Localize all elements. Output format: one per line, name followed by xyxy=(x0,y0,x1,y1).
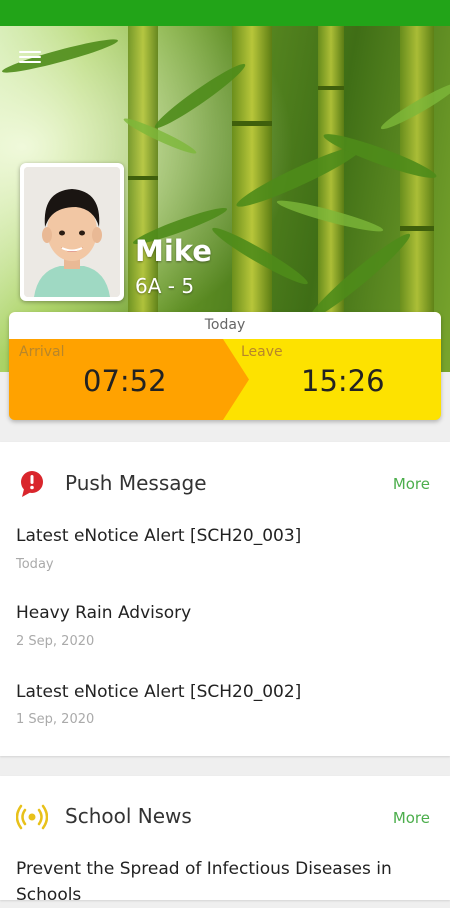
news-item-title[interactable]: Prevent the Spread of Infectious Disease… xyxy=(16,856,426,908)
push-message-title: Push Message xyxy=(65,471,207,495)
hamburger-menu-icon[interactable] xyxy=(19,48,41,66)
arrival-label: Arrival xyxy=(19,344,65,360)
arrival-time: 07:52 xyxy=(83,364,167,398)
message-title: Latest eNotice Alert [SCH20_002] xyxy=(16,682,302,702)
alert-bubble-icon xyxy=(21,471,43,497)
message-date: Today xyxy=(16,557,54,572)
message-date: 1 Sep, 2020 xyxy=(16,712,95,727)
attendance-day-label: Today xyxy=(9,312,441,339)
push-message-more-link[interactable]: More xyxy=(393,475,430,493)
attendance-times: Arrival 07:52 Leave 15:26 xyxy=(9,339,441,420)
push-message-section: Push Message More Latest eNotice Alert [… xyxy=(0,442,450,756)
school-news-section: School News More Prevent the Spread of I… xyxy=(0,776,450,905)
leave-label: Leave xyxy=(241,344,283,360)
message-title: Latest eNotice Alert [SCH20_003] xyxy=(16,526,302,546)
message-title: Heavy Rain Advisory xyxy=(16,603,192,623)
leave-time: 15:26 xyxy=(301,364,385,398)
school-news-title: School News xyxy=(65,804,192,828)
message-date: 2 Sep, 2020 xyxy=(16,634,95,649)
broadcast-icon xyxy=(16,804,48,830)
status-bar xyxy=(0,0,450,26)
student-class: 6A - 5 xyxy=(135,274,195,298)
student-photo-frame[interactable] xyxy=(20,163,124,301)
school-news-more-link[interactable]: More xyxy=(393,809,430,827)
student-name: Mike xyxy=(135,234,212,268)
student-avatar xyxy=(24,167,120,297)
attendance-card[interactable]: Today Arrival 07:52 Leave 15:26 xyxy=(9,312,441,420)
